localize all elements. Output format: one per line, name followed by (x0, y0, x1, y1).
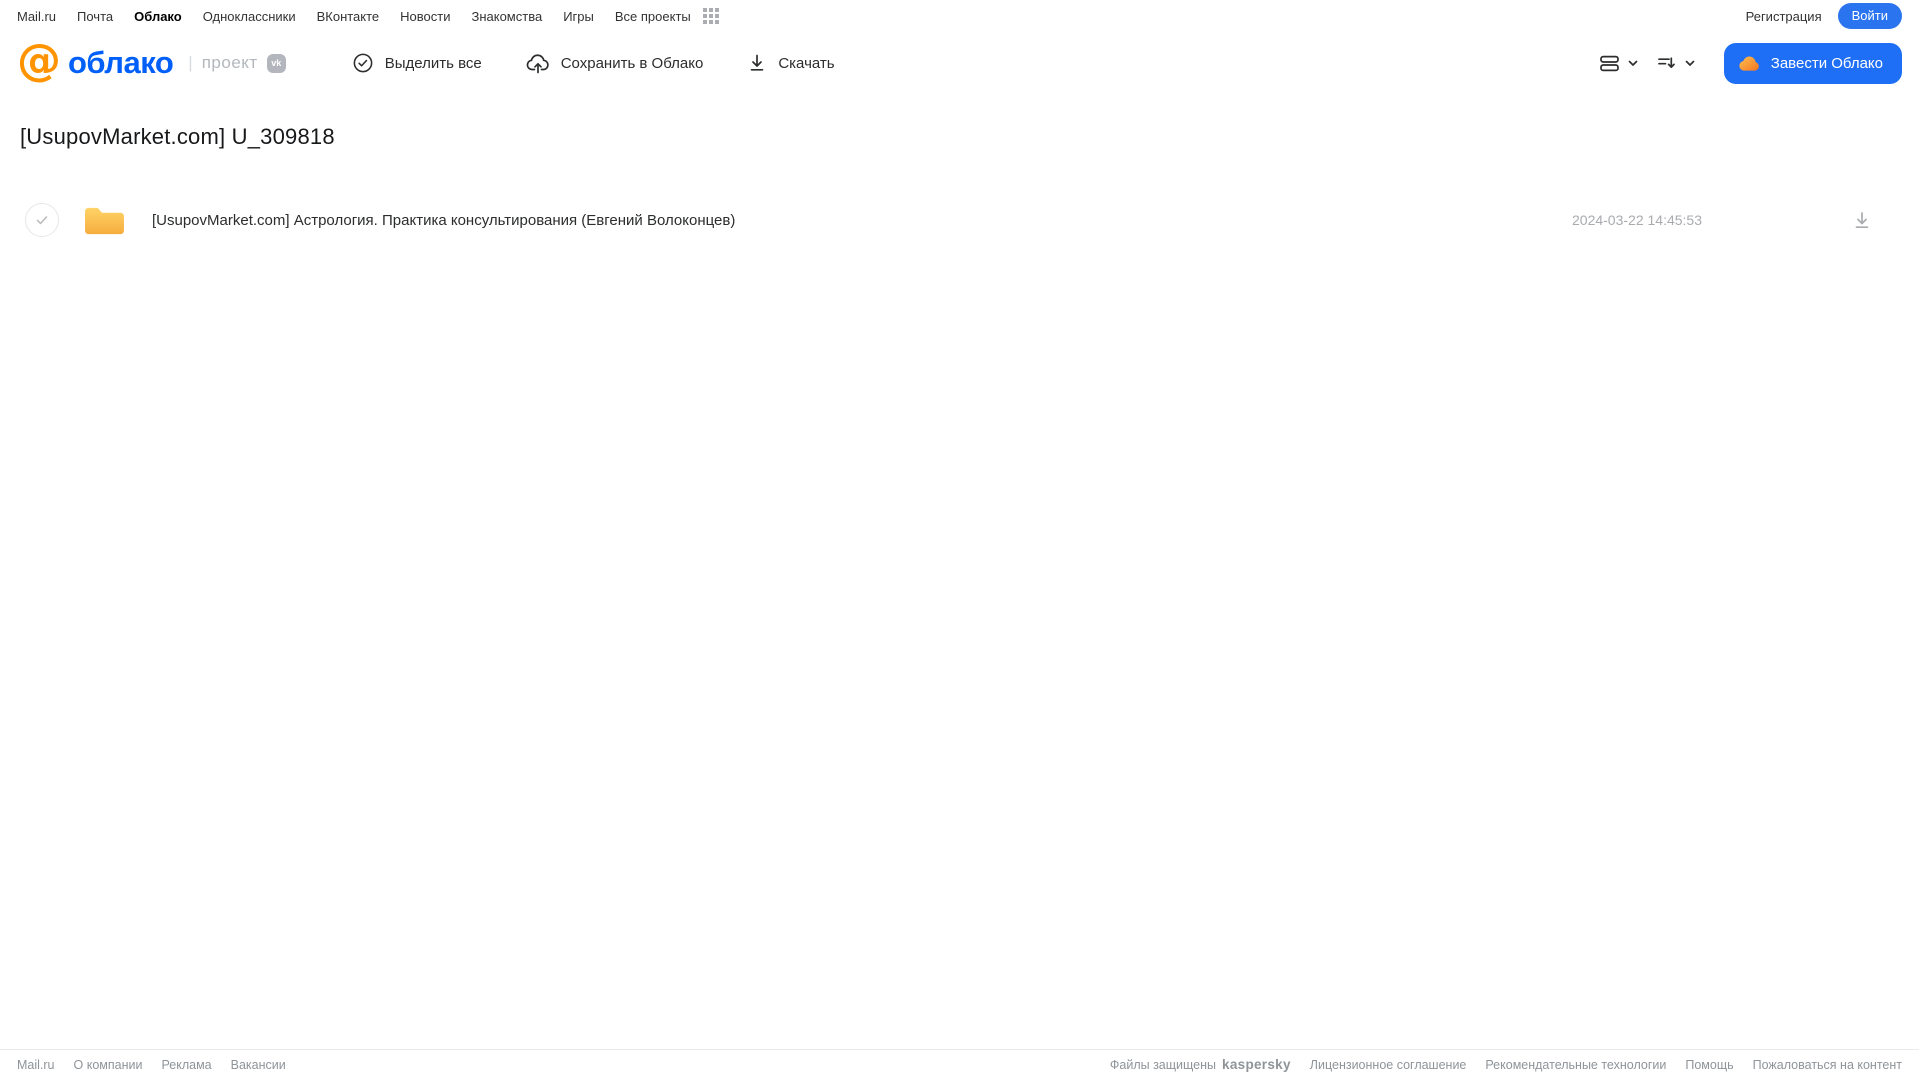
project-label: проект (201, 53, 258, 72)
portal-link-oblako-active[interactable]: Облако (134, 9, 182, 24)
cloud-upload-icon (526, 52, 550, 74)
portal-nav-right: Регистрация Войти (1746, 3, 1902, 29)
footer-link-license[interactable]: Лицензионное соглашение (1310, 1058, 1467, 1072)
kaspersky-logo[interactable]: kaspersky (1222, 1057, 1291, 1072)
download-label: Скачать (778, 54, 835, 72)
portal-link-odnoklassniki[interactable]: Одноклассники (203, 9, 296, 24)
header-right-controls: Завести Облако (1598, 42, 1902, 84)
view-mode-dropdown[interactable] (1598, 53, 1640, 74)
footer-link-jobs[interactable]: Вакансии (231, 1058, 286, 1072)
register-link[interactable]: Регистрация (1746, 9, 1822, 24)
footer-link-about[interactable]: О компании (74, 1058, 143, 1072)
page-footer: Mail.ru О компании Реклама Вакансии Файл… (0, 1049, 1919, 1079)
footer-left-links: Mail.ru О компании Реклама Вакансии (17, 1058, 286, 1072)
save-to-cloud-button[interactable]: Сохранить в Облако (526, 52, 704, 74)
row-download-icon[interactable] (1852, 210, 1872, 230)
get-cloud-label: Завести Облако (1770, 54, 1883, 72)
portal-link-vkontakte[interactable]: ВКонтакте (317, 9, 380, 24)
vk-icon: vk (266, 53, 286, 73)
portal-link-novosti[interactable]: Новости (400, 9, 450, 24)
file-row[interactable]: [UsupovMarket.com] Астрология. Практика … (20, 194, 1899, 246)
portal-nav: Mail.ru Почта Облако Одноклассники ВКонт… (0, 0, 1919, 30)
footer-link-report-content[interactable]: Пожаловаться на контент (1753, 1058, 1902, 1072)
page-title: [UsupovMarket.com] U_309818 (20, 124, 335, 149)
footer-link-recommend-tech[interactable]: Рекомендательные технологии (1485, 1058, 1666, 1072)
check-circle-icon (352, 52, 374, 74)
portal-link-all-projects[interactable]: Все проекты (615, 9, 691, 24)
portal-link-mailru[interactable]: Mail.ru (17, 9, 56, 24)
kaspersky-protected: Файлы защищены kaspersky (1110, 1057, 1291, 1072)
divider: | (188, 53, 193, 72)
chevron-down-icon (1626, 56, 1640, 70)
portal-link-igry[interactable]: Игры (563, 9, 594, 24)
main-header: @ облако | проект vk Выделить все Сохран… (0, 30, 1919, 96)
file-name-link[interactable]: [UsupovMarket.com] Астрология. Практика … (152, 212, 735, 229)
save-to-cloud-label: Сохранить в Облако (560, 54, 704, 72)
file-date: 2024-03-22 14:45:53 (1572, 212, 1702, 228)
sort-dropdown[interactable] (1655, 53, 1697, 74)
select-all-button[interactable]: Выделить все (352, 52, 482, 74)
orange-cloud-icon (1737, 53, 1762, 74)
download-button[interactable]: Скачать (747, 53, 835, 73)
portal-link-znakomstva[interactable]: Знакомства (471, 9, 542, 24)
footer-link-help[interactable]: Помощь (1685, 1058, 1733, 1072)
protected-text: Файлы защищены (1109, 1057, 1217, 1072)
get-cloud-button[interactable]: Завести Облако (1723, 42, 1902, 84)
row-checkbox[interactable] (25, 203, 59, 237)
cloud-logo[interactable]: @ облако (17, 39, 174, 83)
login-button[interactable]: Войти (1837, 3, 1902, 29)
cloud-mailru-public-page: { "portal_nav": { "items": ["Mail.ru", "… (0, 0, 1919, 1079)
sort-icon (1655, 53, 1678, 74)
chevron-down-icon (1683, 56, 1697, 70)
mailru-at-icon: @ (17, 35, 61, 86)
footer-link-ads[interactable]: Реклама (161, 1058, 211, 1072)
list-view-icon (1598, 53, 1621, 74)
vk-project-tag: | проект vk (188, 53, 286, 73)
apps-grid-icon[interactable] (702, 8, 719, 24)
footer-right-links: Файлы защищены kaspersky Лицензионное со… (1110, 1057, 1902, 1072)
folder-icon (82, 202, 127, 239)
content-area: [UsupovMarket.com] U_309818 [UsupovMarke… (0, 124, 1919, 246)
footer-link-mailru[interactable]: Mail.ru (17, 1058, 55, 1072)
download-icon (747, 53, 767, 73)
select-all-label: Выделить все (384, 54, 482, 72)
cloud-logo-text: облако (68, 45, 174, 80)
portal-link-pochta[interactable]: Почта (77, 9, 113, 24)
toolbar: Выделить все Сохранить в Облако Скачать (352, 52, 835, 74)
